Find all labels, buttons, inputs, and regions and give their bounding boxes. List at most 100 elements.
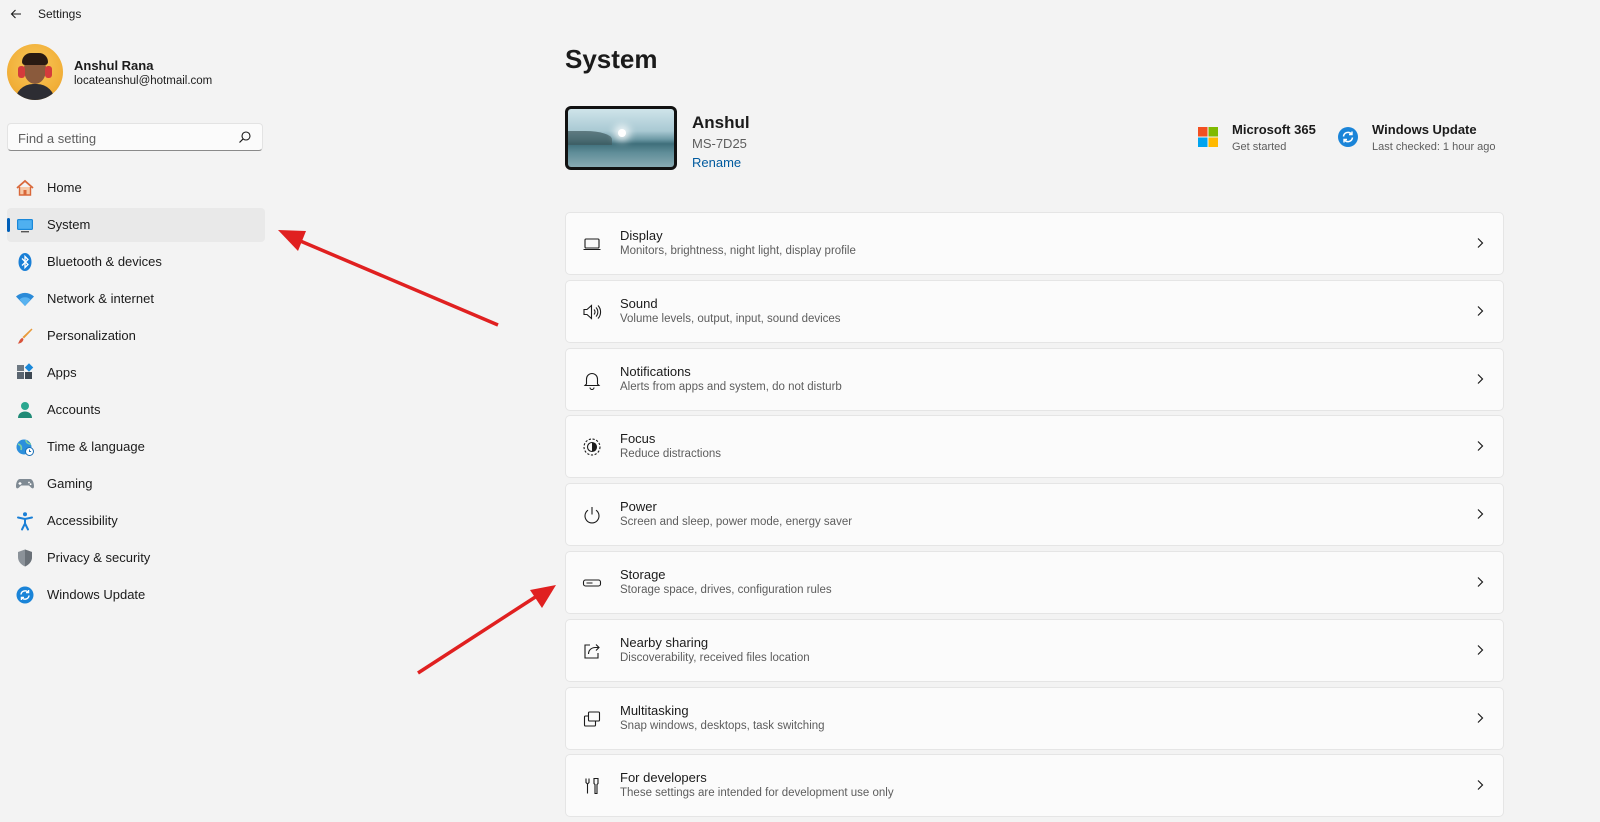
page-title: System [565, 44, 658, 74]
device-name: Anshul [692, 113, 750, 132]
card-title: Notifications [620, 363, 691, 379]
card-title: Power [620, 499, 657, 515]
chevron-right-icon [1477, 305, 1484, 316]
quick-link-title: Windows Update [1372, 122, 1477, 137]
storage-icon [582, 573, 602, 593]
chevron-right-icon [1477, 238, 1484, 248]
sidebar-item-home[interactable]: Home [7, 171, 265, 205]
card-subtitle: Volume levels, output, input, sound devi… [620, 312, 841, 325]
sidebar-item-label: Time & language [47, 439, 145, 454]
card-subtitle: These settings are intended for developm… [620, 787, 894, 800]
speaker-icon [582, 302, 602, 322]
globe-clock-icon [15, 437, 35, 457]
settings-card-nearby-sharing[interactable]: Nearby sharing Discoverability, received… [565, 618, 1504, 682]
card-subtitle: Snap windows, desktops, task switching [620, 719, 825, 732]
user-profile[interactable]: Anshul Rana locateanshul@hotmail.com [7, 44, 267, 100]
person-icon [15, 400, 35, 420]
sidebar-item-personalization[interactable]: Personalization [7, 319, 265, 353]
sidebar-item-label: Apps [47, 365, 77, 380]
sidebar-nav: Home System Bluetooth & devices Network … [7, 171, 265, 615]
chevron-right-icon [1477, 644, 1484, 655]
back-arrow-icon [10, 9, 21, 19]
sidebar-item-label: Accessibility [47, 513, 118, 528]
device-wallpaper-thumbnail [565, 106, 677, 170]
settings-card-notifications[interactable]: Notifications Alerts from apps and syste… [565, 347, 1504, 411]
system-icon [15, 215, 35, 235]
windows-update-icon [1338, 127, 1358, 147]
settings-card-power[interactable]: Power Screen and sleep, power mode, ener… [565, 483, 1504, 547]
microsoft-logo-icon [1198, 127, 1218, 147]
sidebar-item-bluetooth-devices[interactable]: Bluetooth & devices [7, 245, 265, 279]
card-title: Focus [620, 431, 656, 447]
card-title: Multitasking [620, 702, 689, 718]
quick-link-subtitle: Get started [1232, 141, 1287, 153]
sidebar-item-apps[interactable]: Apps [7, 356, 265, 390]
sidebar-item-label: Windows Update [47, 587, 146, 602]
chevron-right-icon [1477, 373, 1484, 384]
settings-card-sound[interactable]: Sound Volume levels, output, input, soun… [565, 279, 1504, 343]
search-input[interactable] [16, 127, 230, 149]
developer-tools-icon [582, 776, 602, 796]
share-icon [582, 641, 602, 661]
accessibility-icon [15, 511, 35, 531]
card-title: Sound [620, 295, 658, 311]
settings-card-focus[interactable]: Focus Reduce distractions [565, 415, 1504, 479]
sidebar-item-system[interactable]: System [7, 208, 265, 242]
settings-card-multitasking[interactable]: Multitasking Snap windows, desktops, tas… [565, 686, 1504, 750]
sidebar-item-label: System [47, 217, 91, 232]
sidebar-item-label: Accounts [47, 402, 101, 417]
sidebar-item-privacy-security[interactable]: Privacy & security [7, 541, 265, 575]
chevron-right-icon [1477, 577, 1484, 587]
monitor-icon [582, 234, 602, 254]
card-title: Display [620, 228, 663, 243]
sidebar-item-accounts[interactable]: Accounts [7, 393, 265, 427]
card-subtitle: Discoverability, received files location [620, 651, 810, 664]
card-title: For developers [620, 770, 707, 786]
home-icon [15, 178, 35, 198]
annotation-arrow-storage [417, 585, 556, 675]
device-model: MS-7D25 [692, 136, 747, 151]
shield-icon [15, 548, 35, 568]
focus-icon [582, 437, 602, 457]
sidebar-item-label: Home [47, 180, 82, 195]
card-subtitle: Alerts from apps and system, do not dist… [620, 380, 842, 393]
card-subtitle: Screen and sleep, power mode, energy sav… [620, 516, 853, 529]
search-box[interactable] [7, 123, 263, 151]
quick-link-title: Microsoft 365 [1232, 122, 1316, 137]
windows-update-link[interactable]: Windows Update Last checked: 1 hour ago [1337, 122, 1507, 156]
card-subtitle: Reduce distractions [620, 448, 721, 461]
sidebar-item-time-language[interactable]: Time & language [7, 430, 265, 464]
rename-link[interactable]: Rename [692, 155, 741, 170]
sidebar-item-label: Gaming [47, 476, 93, 491]
card-title: Storage [620, 566, 666, 582]
sidebar-item-accessibility[interactable]: Accessibility [7, 504, 265, 538]
title-bar: Settings [0, 0, 1600, 28]
settings-card-display[interactable]: Display Monitors, brightness, night ligh… [565, 212, 1504, 275]
chevron-right-icon [1477, 780, 1484, 791]
settings-card-for-developers[interactable]: For developers These settings are intend… [565, 754, 1504, 818]
card-subtitle: Storage space, drives, configuration rul… [620, 583, 832, 596]
bell-icon [582, 370, 602, 390]
back-button[interactable] [6, 4, 26, 24]
multitask-icon [582, 709, 602, 729]
microsoft-365-link[interactable]: Microsoft 365 Get started [1197, 122, 1325, 156]
quick-link-subtitle: Last checked: 1 hour ago [1372, 141, 1496, 153]
sidebar-item-label: Bluetooth & devices [47, 254, 162, 269]
sidebar-item-windows-update[interactable]: Windows Update [7, 578, 265, 612]
apps-icon [15, 363, 35, 383]
card-title: Nearby sharing [620, 634, 709, 650]
annotation-arrow-system [278, 230, 499, 327]
sidebar-item-label: Privacy & security [47, 550, 151, 565]
brush-icon [15, 326, 35, 346]
chevron-right-icon [1477, 712, 1484, 723]
chevron-right-icon [1477, 509, 1484, 520]
settings-card-storage[interactable]: Storage Storage space, drives, configura… [565, 550, 1504, 614]
user-name: Anshul Rana [74, 58, 154, 73]
sidebar-item-network-internet[interactable]: Network & internet [7, 282, 265, 316]
chevron-right-icon [1477, 441, 1484, 452]
power-icon [582, 505, 602, 525]
settings-card-list: Display Monitors, brightness, night ligh… [565, 212, 1504, 822]
sidebar-item-gaming[interactable]: Gaming [7, 467, 265, 501]
search-icon[interactable] [238, 130, 252, 144]
sidebar-item-label: Personalization [47, 328, 136, 343]
